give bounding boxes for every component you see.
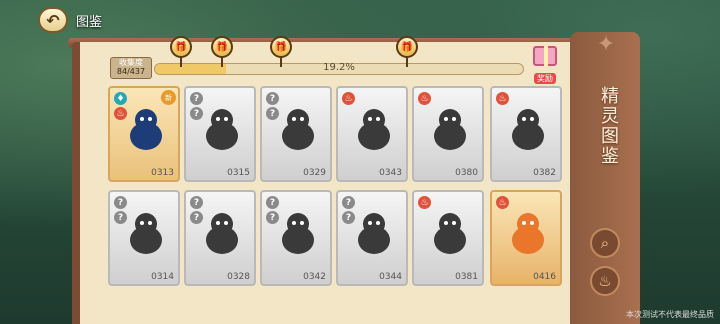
creature-card[interactable]: ♨ 0381 (412, 190, 484, 286)
creature-number: 0380 (455, 168, 478, 178)
gift-icon (533, 46, 557, 66)
creature-silhouette (512, 213, 544, 254)
creature-card[interactable]: ?? 0328 (184, 190, 256, 286)
creature-silhouette (282, 109, 314, 150)
side-title: 精灵图鉴 (598, 86, 619, 166)
creature-number: 0315 (227, 168, 250, 178)
creature-silhouette (130, 109, 162, 150)
creature-silhouette (206, 213, 238, 254)
collection-count: 84/437 (116, 67, 146, 76)
milestone-gift-icon[interactable]: 🎁 (270, 36, 292, 58)
creature-card[interactable]: ♨ 0416 (490, 190, 562, 286)
creature-card[interactable]: ♨ 0382 (490, 86, 562, 182)
milestone-stem (180, 57, 182, 67)
creature-number: 0416 (533, 272, 556, 282)
creature-number: 0343 (379, 168, 402, 178)
phoenix-emblem-icon: ✦ (596, 32, 616, 57)
fire-filter-button[interactable]: ♨ (590, 266, 620, 296)
milestone-gift-icon[interactable]: 🎁 (170, 36, 192, 58)
creature-card[interactable]: ♦ ♨ 新 0313 (108, 86, 180, 182)
page-title: 图鉴 (76, 14, 103, 30)
creature-card[interactable]: ?? 0342 (260, 190, 332, 286)
milestone-gift-icon[interactable]: 🎁 (211, 36, 233, 58)
creature-silhouette (434, 213, 466, 254)
creature-number: 0344 (379, 272, 402, 282)
milestone-stem (280, 57, 282, 67)
creature-card[interactable]: ?? 0315 (184, 86, 256, 182)
back-arrow-icon: ↶ (46, 10, 60, 30)
search-icon: ⌕ (600, 234, 610, 252)
creature-number: 0328 (227, 272, 250, 282)
back-button[interactable]: ↶ (38, 7, 68, 33)
reward-button[interactable]: 奖励 (530, 46, 560, 84)
search-button[interactable]: ⌕ (590, 228, 620, 258)
creature-silhouette (512, 109, 544, 150)
progress-text: 19.2% (323, 62, 355, 73)
milestone-gift-icon[interactable]: 🎁 (396, 36, 418, 58)
creature-silhouette (282, 213, 314, 254)
collection-label: 收集度 (119, 58, 143, 67)
creature-card[interactable]: ♨ 0380 (412, 86, 484, 182)
creature-silhouette (206, 109, 238, 150)
creature-card[interactable]: ♨ 0343 (336, 86, 408, 182)
creature-number: 0342 (303, 272, 326, 282)
creature-card[interactable]: ?? 0314 (108, 190, 180, 286)
creature-silhouette (358, 213, 390, 254)
reward-label: 奖励 (534, 73, 556, 84)
creature-silhouette (358, 109, 390, 150)
footer-note: 本次测试不代表最终品质 (626, 310, 714, 319)
collection-box: 收集度 84/437 (110, 57, 152, 79)
fire-icon: ♨ (598, 272, 612, 290)
creature-number: 0313 (151, 168, 174, 178)
creature-card[interactable]: ?? 0329 (260, 86, 332, 182)
creature-number: 0381 (455, 272, 478, 282)
milestone-stem (406, 57, 408, 67)
creature-card[interactable]: ?? 0344 (336, 190, 408, 286)
creature-silhouette (434, 109, 466, 150)
creature-silhouette (130, 213, 162, 254)
creature-number: 0329 (303, 168, 326, 178)
milestone-stem (221, 57, 223, 67)
creature-number: 0382 (533, 168, 556, 178)
creature-number: 0314 (151, 272, 174, 282)
